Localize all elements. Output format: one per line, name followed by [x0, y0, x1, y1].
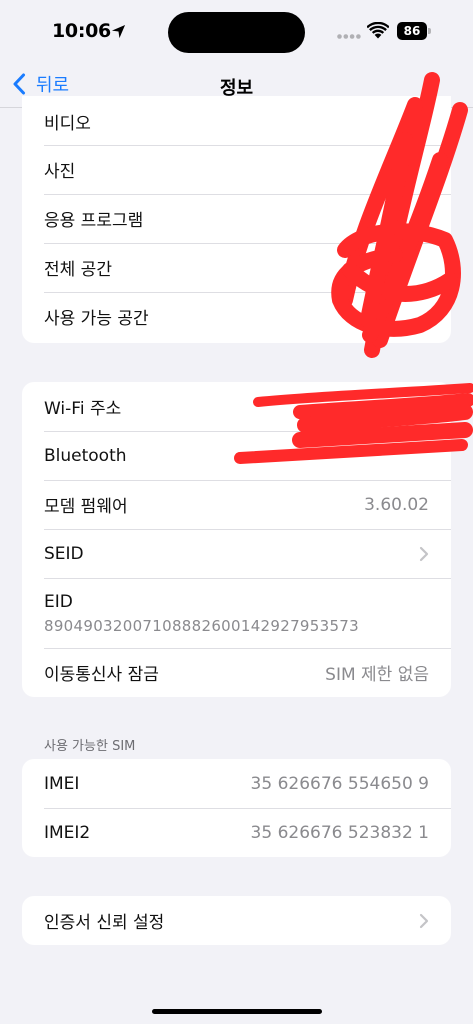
storage-row-photos: 사진	[22, 145, 451, 194]
imei-row: IMEI 35 626676 554650 9	[22, 759, 451, 808]
eid-row: EID 89049032007108882600142927953573	[22, 578, 451, 648]
row-label: 사용 가능 공간	[44, 309, 149, 329]
sim-group: IMEI 35 626676 554650 9 IMEI2 35 626676 …	[22, 759, 451, 857]
battery-tip	[428, 28, 431, 34]
storage-row-video: 비디오	[22, 96, 451, 145]
row-label: IMEI	[44, 773, 80, 794]
row-value: 3.60.02	[364, 494, 429, 515]
battery-icon: 86	[397, 22, 431, 40]
carrier-lock-row: 이동통신사 잠금 SIM 제한 없음	[22, 648, 451, 697]
seid-row[interactable]: SEID	[22, 529, 451, 578]
battery-level: 86	[397, 22, 427, 40]
chevron-right-icon	[419, 546, 429, 561]
row-label: 인증서 신뢰 설정	[44, 913, 165, 933]
wifi-icon	[367, 22, 389, 39]
row-label: 응용 프로그램	[44, 211, 144, 231]
storage-row-apps: 응용 프로그램	[22, 194, 451, 243]
modem-firmware-row: 모뎀 펌웨어 3.60.02	[22, 480, 451, 529]
sim-section-header: 사용 가능한 SIM	[44, 739, 136, 754]
dynamic-island	[168, 12, 305, 53]
status-time: 10:06	[52, 20, 111, 42]
imei2-row: IMEI2 35 626676 523832 1	[22, 808, 451, 857]
row-label: 비디오	[44, 114, 91, 134]
storage-group: 비디오 사진 응용 프로그램 전체 공간 사용 가능 공간	[22, 96, 451, 343]
chevron-right-icon	[419, 913, 429, 928]
row-value: 35 626676 523832 1	[250, 822, 429, 843]
network-group: Wi-Fi 주소 Bluetooth 모뎀 펌웨어 3.60.02 SEID E…	[22, 382, 451, 697]
row-label: 전체 공간	[44, 260, 112, 280]
row-label: 모뎀 펌웨어	[44, 497, 128, 517]
row-label: SEID	[44, 543, 84, 564]
row-label: Wi-Fi 주소	[44, 399, 122, 419]
storage-row-capacity: 전체 공간	[22, 243, 451, 292]
row-label: EID	[44, 591, 73, 612]
certificate-group: 인증서 신뢰 설정	[22, 896, 451, 945]
row-label: 이동통신사 잠금	[44, 665, 159, 685]
location-arrow-icon	[111, 24, 126, 39]
eid-value: 89049032007108882600142927953573	[44, 616, 359, 635]
row-label: 사진	[44, 162, 76, 182]
row-label: Bluetooth	[44, 445, 127, 466]
row-value: SIM 제한 없음	[325, 665, 429, 685]
row-label: IMEI2	[44, 822, 91, 843]
cellular-signal-icon	[337, 34, 361, 39]
row-value: 35 626676 554650 9	[250, 773, 429, 794]
certificate-trust-row[interactable]: 인증서 신뢰 설정	[22, 896, 451, 945]
status-bar: 10:06 86	[0, 0, 473, 62]
bluetooth-row: Bluetooth	[22, 431, 451, 480]
home-indicator	[152, 1009, 322, 1014]
storage-row-available: 사용 가능 공간	[22, 292, 451, 341]
wifi-address-row: Wi-Fi 주소	[22, 382, 451, 431]
